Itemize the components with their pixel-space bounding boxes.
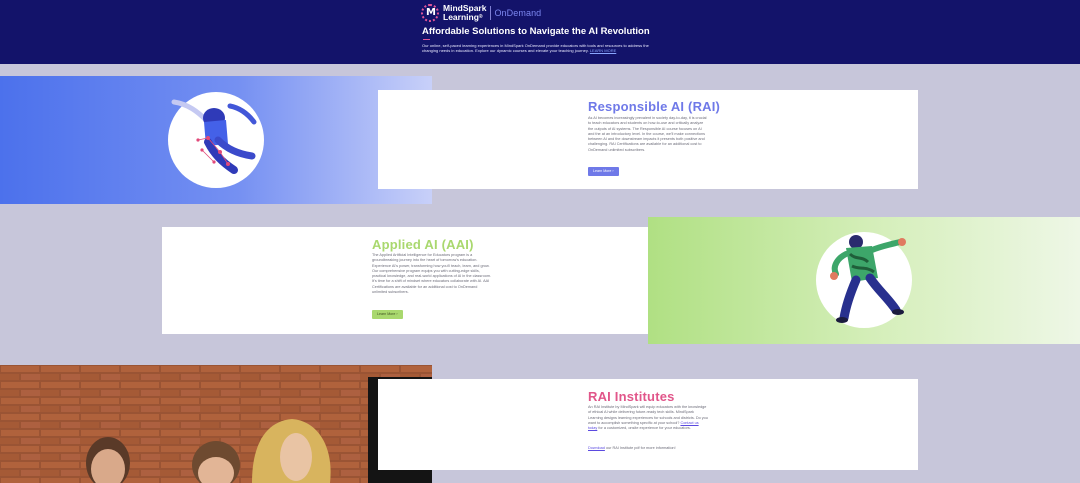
applied-ai-description: The Applied Artificial Intelligence for … [372,253,492,295]
logo-product-name: OnDemand [494,8,542,18]
classroom-photo-image [0,365,432,483]
rai-institutes-photo [0,365,432,483]
page-title: Affordable Solutions to Navigate the AI … [422,26,650,37]
logo-wordmark: MindSpark Learning® [443,4,486,22]
page-description: Our online, self-paced learning experien… [422,43,662,54]
rai-institutes-title: RAI Institutes [588,389,675,404]
applied-ai-card: Applied AI (AAI) The Applied Artificial … [162,227,702,334]
applied-ai-title: Applied AI (AAI) [372,237,474,252]
logo-divider [490,6,492,20]
applied-ai-learn-more-label: Learn More [377,312,396,316]
logo-mark-letter: M [426,7,436,18]
responsible-ai-learn-more-button[interactable]: Learn More › [588,167,619,176]
learn-more-link[interactable]: LEARN MORE [590,48,616,53]
applied-ai-image-band [648,217,1080,344]
title-underline [423,39,430,40]
responsible-ai-learn-more-label: Learn More [593,169,612,173]
download-pdf-text: our RAI Institute pdf for more informati… [605,446,676,450]
rai-institutes-card: RAI Institutes An RAI Institute by MindS… [378,379,918,470]
download-pdf-link[interactable]: Download [588,446,605,450]
chevron-right-icon: › [396,312,398,316]
applied-ai-illustration [816,232,912,328]
rai-institutes-description-end: for a customized, onsite experience for … [598,426,691,431]
responsible-ai-title: Responsible AI (RAI) [588,99,721,114]
responsible-ai-description: As AI becomes increasingly prevalent in … [588,116,707,152]
site-header: M MindSpark Learning® OnDemand Affordabl… [0,0,1080,64]
rai-institutes-download-line: Download our RAI Institute pdf for more … [588,446,708,451]
mindspark-logo[interactable]: M MindSpark Learning® OnDemand [421,4,541,22]
applied-ai-learn-more-button[interactable]: Learn More › [372,310,403,319]
responsible-ai-illustration [168,92,264,188]
logo-line-2: Learning [443,12,479,22]
logo-mark-icon: M [421,4,439,22]
running-person-illustration [830,235,906,323]
responsible-ai-image-band [0,76,432,204]
rai-institutes-description: An RAI Institute by MindSpark will equip… [588,405,708,431]
responsible-ai-card: Responsible AI (RAI) As AI becomes incre… [378,90,918,189]
chevron-right-icon: › [612,169,614,173]
flying-person-illustration [171,99,257,174]
logo-reg-mark: ® [478,14,483,20]
